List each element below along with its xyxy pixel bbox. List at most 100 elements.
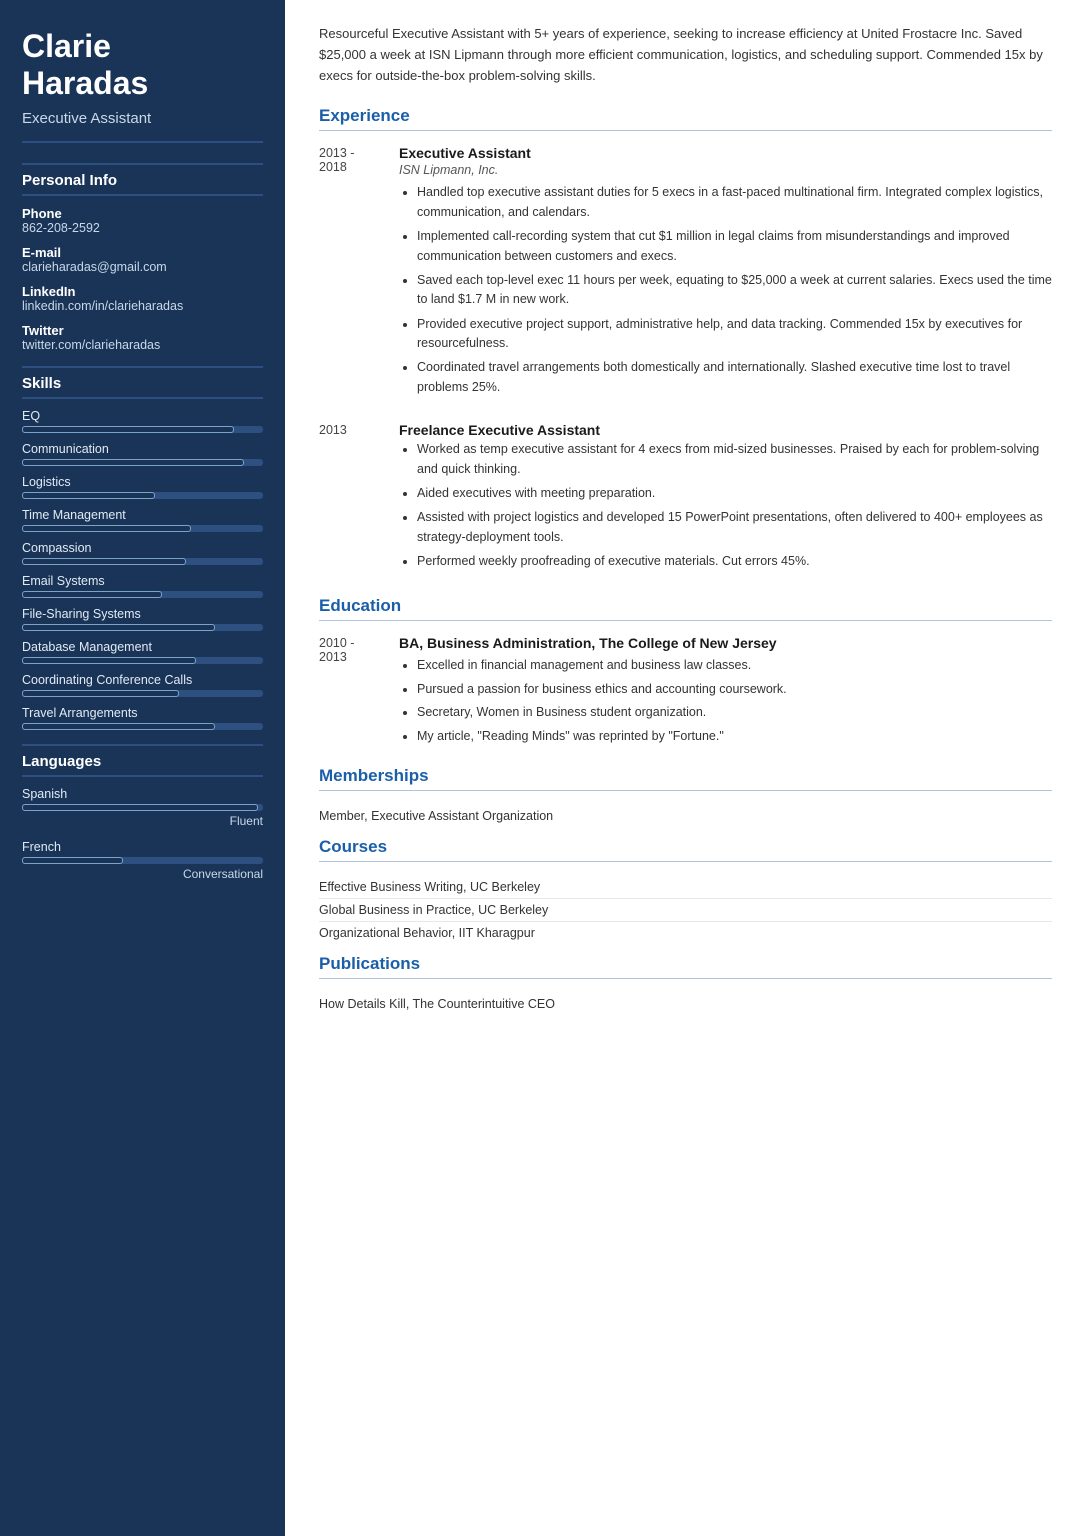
education-bullet: Secretary, Women in Business student org… <box>417 703 1052 722</box>
skill-item: Communication <box>22 442 263 466</box>
language-bar-fill <box>22 804 258 811</box>
personal-info-section-title: Personal Info <box>22 163 263 196</box>
publication-item: How Details Kill, The Counterintuitive C… <box>319 993 1052 1015</box>
personal-info-list: Phone862-208-2592 E-mailclarieharadas@gma… <box>22 206 263 352</box>
skill-name: Email Systems <box>22 574 263 588</box>
skill-item: Email Systems <box>22 574 263 598</box>
skill-bar-fill <box>22 690 179 697</box>
skill-item: Database Management <box>22 640 263 664</box>
education-bullet: Pursued a passion for business ethics an… <box>417 680 1052 699</box>
sidebar: Clarie Haradas Executive Assistant Perso… <box>0 0 285 1536</box>
languages-list: Spanish Fluent French Conversational <box>22 787 263 881</box>
experience-entry: 2013 Freelance Executive Assistant Worke… <box>319 422 1052 576</box>
experience-list: 2013 -2018 Executive Assistant ISN Lipma… <box>319 145 1052 576</box>
language-bar-background <box>22 804 263 811</box>
personal-info-label: Phone <box>22 206 263 221</box>
resume-container: Clarie Haradas Executive Assistant Perso… <box>0 0 1086 1536</box>
education-bullets-list: Excelled in financial management and bus… <box>399 656 1052 746</box>
language-item: Spanish Fluent <box>22 787 263 828</box>
skill-name: EQ <box>22 409 263 423</box>
experience-bullet: Worked as temp executive assistant for 4… <box>417 440 1052 479</box>
skill-bar-background <box>22 723 263 730</box>
personal-info-value: 862-208-2592 <box>22 221 263 235</box>
experience-bullet: Handled top executive assistant duties f… <box>417 183 1052 222</box>
course-item: Global Business in Practice, UC Berkeley <box>319 899 1052 922</box>
language-bar-background <box>22 857 263 864</box>
membership-item: Member, Executive Assistant Organization <box>319 805 1052 827</box>
language-name: Spanish <box>22 787 263 801</box>
course-item: Organizational Behavior, IIT Kharagpur <box>319 922 1052 944</box>
skill-bar-background <box>22 459 263 466</box>
experience-bullet: Aided executives with meeting preparatio… <box>417 484 1052 503</box>
experience-dates: 2013 <box>319 422 399 576</box>
education-bullet: Excelled in financial management and bus… <box>417 656 1052 675</box>
personal-info-label: Twitter <box>22 323 263 338</box>
skill-name: File-Sharing Systems <box>22 607 263 621</box>
skill-bar-background <box>22 690 263 697</box>
skill-name: Coordinating Conference Calls <box>22 673 263 687</box>
skill-name: Logistics <box>22 475 263 489</box>
experience-dates: 2013 -2018 <box>319 145 399 402</box>
personal-info-value: linkedin.com/in/clarieharadas <box>22 299 263 313</box>
skill-bar-fill <box>22 624 215 631</box>
personal-info-item: E-mailclarieharadas@gmail.com <box>22 245 263 274</box>
summary-text: Resourceful Executive Assistant with 5+ … <box>319 24 1052 86</box>
candidate-title: Executive Assistant <box>22 110 263 143</box>
experience-company: ISN Lipmann, Inc. <box>399 163 1052 177</box>
skill-bar-background <box>22 558 263 565</box>
experience-body: Freelance Executive Assistant Worked as … <box>399 422 1052 576</box>
education-title: BA, Business Administration, The College… <box>399 635 1052 651</box>
skill-bar-background <box>22 426 263 433</box>
experience-title: Freelance Executive Assistant <box>399 422 1052 438</box>
skill-bar-background <box>22 492 263 499</box>
courses-list: Effective Business Writing, UC BerkeleyG… <box>319 876 1052 944</box>
experience-bullet: Implemented call-recording system that c… <box>417 227 1052 266</box>
skill-name: Database Management <box>22 640 263 654</box>
education-body: BA, Business Administration, The College… <box>399 635 1052 750</box>
education-bullet: My article, "Reading Minds" was reprinte… <box>417 727 1052 746</box>
language-bar-fill <box>22 857 123 864</box>
language-name: French <box>22 840 263 854</box>
experience-bullet: Provided executive project support, admi… <box>417 315 1052 354</box>
skill-name: Compassion <box>22 541 263 555</box>
skill-bar-background <box>22 624 263 631</box>
skill-item: Compassion <box>22 541 263 565</box>
course-item: Effective Business Writing, UC Berkeley <box>319 876 1052 899</box>
personal-info-label: LinkedIn <box>22 284 263 299</box>
experience-bullet: Assisted with project logistics and deve… <box>417 508 1052 547</box>
education-list: 2010 -2013 BA, Business Administration, … <box>319 635 1052 750</box>
skill-bar-fill <box>22 657 196 664</box>
skill-bar-fill <box>22 723 215 730</box>
experience-bullet: Performed weekly proofreading of executi… <box>417 552 1052 571</box>
education-section-title: Education <box>319 596 1052 621</box>
candidate-name: Clarie Haradas <box>22 28 263 102</box>
experience-title: Executive Assistant <box>399 145 1052 161</box>
experience-bullet: Saved each top-level exec 11 hours per w… <box>417 271 1052 310</box>
skill-bar-background <box>22 525 263 532</box>
experience-bullet: Coordinated travel arrangements both dom… <box>417 358 1052 397</box>
skill-bar-fill <box>22 558 186 565</box>
memberships-section-title: Memberships <box>319 766 1052 791</box>
personal-info-value: clarieharadas@gmail.com <box>22 260 263 274</box>
personal-info-value: twitter.com/clarieharadas <box>22 338 263 352</box>
skill-item: Logistics <box>22 475 263 499</box>
publications-list: How Details Kill, The Counterintuitive C… <box>319 993 1052 1015</box>
language-level: Fluent <box>22 814 263 828</box>
skill-name: Time Management <box>22 508 263 522</box>
language-level: Conversational <box>22 867 263 881</box>
personal-info-label: E-mail <box>22 245 263 260</box>
skill-item: Travel Arrangements <box>22 706 263 730</box>
memberships-list: Member, Executive Assistant Organization <box>319 805 1052 827</box>
skill-bar-fill <box>22 525 191 532</box>
skill-bar-background <box>22 657 263 664</box>
skill-name: Communication <box>22 442 263 456</box>
skill-bar-fill <box>22 426 234 433</box>
language-item: French Conversational <box>22 840 263 881</box>
skills-section-title: Skills <box>22 366 263 399</box>
skill-item: Coordinating Conference Calls <box>22 673 263 697</box>
personal-info-item: Twittertwitter.com/clarieharadas <box>22 323 263 352</box>
experience-bullets-list: Worked as temp executive assistant for 4… <box>399 440 1052 571</box>
publications-section-title: Publications <box>319 954 1052 979</box>
experience-body: Executive Assistant ISN Lipmann, Inc. Ha… <box>399 145 1052 402</box>
experience-bullets-list: Handled top executive assistant duties f… <box>399 183 1052 397</box>
